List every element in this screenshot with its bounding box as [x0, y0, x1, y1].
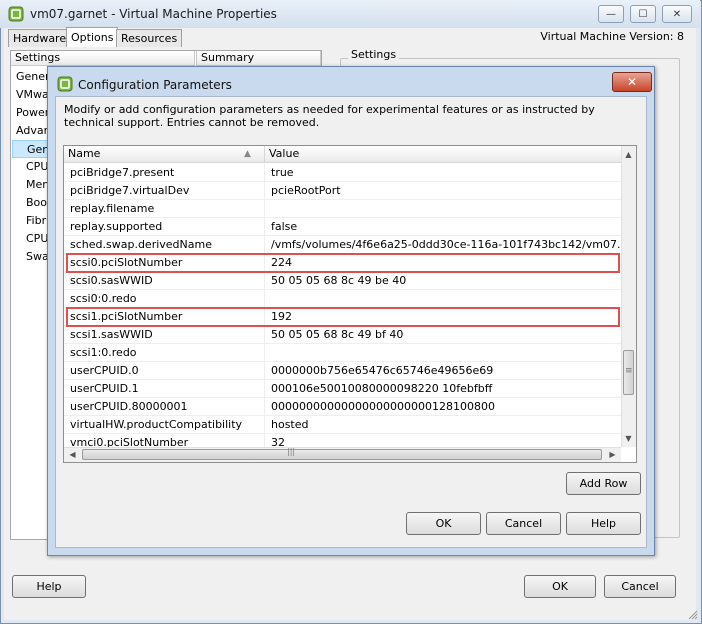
scroll-up-icon[interactable]: ▲	[622, 148, 635, 161]
window-close-button[interactable]: ✕	[662, 5, 692, 23]
scroll-left-icon[interactable]: ◀	[66, 448, 79, 461]
minimize-button[interactable]: —	[598, 5, 624, 23]
resize-grip-icon[interactable]	[686, 608, 698, 620]
tab-resources[interactable]: Resources	[116, 29, 183, 47]
vsphere-dialog-icon	[57, 76, 73, 92]
list-item[interactable]: Power	[16, 104, 50, 122]
vm-version-label: Virtual Machine Version: 8	[540, 30, 684, 43]
param-name-cell: replay.supported	[64, 218, 265, 236]
param-value-cell[interactable]	[265, 344, 621, 362]
table-row[interactable]: userCPUID.0 0000000b756e65476c65746e49656…	[64, 362, 621, 380]
dialog-close-button[interactable]: ✕	[612, 72, 652, 92]
col-header-name[interactable]: Name	[64, 146, 265, 163]
window-title: vm07.garnet - Virtual Machine Properties	[30, 7, 277, 21]
horizontal-scroll-thumb[interactable]	[82, 449, 602, 460]
param-value-cell[interactable]: 0000000b756e65476c65746e49656e69	[265, 362, 621, 380]
table-row[interactable]: pciBridge7.virtualDev pcieRootPort	[64, 182, 621, 200]
dialog-help-button[interactable]: Help	[566, 512, 641, 535]
dialog-description: Modify or add configuration parameters a…	[64, 103, 595, 129]
table-row[interactable]: scsi1.sasWWID 50 05 05 68 8c 49 bf 40	[64, 326, 621, 344]
minimize-icon: —	[606, 8, 616, 20]
vsphere-app-icon	[8, 6, 24, 22]
table-row[interactable]: scsi0:0.redo	[64, 290, 621, 308]
param-value-cell[interactable]	[265, 290, 621, 308]
sort-ascending-icon: ▲	[244, 149, 251, 159]
dialog-cancel-button[interactable]: Cancel	[486, 512, 561, 535]
table-row[interactable]: userCPUID.1 000106e50010080000098220 10fe…	[64, 380, 621, 398]
settings-legend: Settings	[348, 48, 400, 61]
scroll-right-icon[interactable]: ▶	[606, 448, 619, 461]
list-item[interactable]: Gener	[16, 68, 50, 86]
close-icon: ✕	[626, 75, 638, 89]
tab-hardware[interactable]: Hardware	[8, 29, 72, 47]
table-row[interactable]: replay.filename	[64, 200, 621, 218]
list-item[interactable]: Advan	[16, 122, 50, 140]
param-name-cell: scsi1.sasWWID	[64, 326, 265, 344]
maximize-button[interactable]: ☐	[630, 5, 656, 23]
param-name-cell: replay.filename	[64, 200, 265, 218]
list-item-selected[interactable]: Gen	[12, 140, 50, 158]
param-name-cell: userCPUID.1	[64, 380, 265, 398]
param-name-cell: userCPUID.0	[64, 362, 265, 380]
add-row-button[interactable]: Add Row	[566, 472, 641, 495]
param-value-cell[interactable]: pcieRootPort	[265, 182, 621, 200]
dialog-title: Configuration Parameters	[78, 78, 232, 92]
table-row[interactable]: sched.swap.derivedName/vmfs/volumes/4f6e…	[64, 236, 621, 254]
close-icon: ✕	[672, 8, 682, 20]
vertical-scrollbar[interactable]	[621, 146, 636, 447]
param-name-cell: pciBridge7.present	[64, 164, 265, 182]
param-name-cell: sched.swap.derivedName	[64, 236, 265, 254]
param-name-cell: scsi0:0.redo	[64, 290, 265, 308]
param-value-cell[interactable]: 50 05 05 68 8c 49 bf 40	[265, 326, 621, 344]
param-value-cell[interactable]: true	[265, 164, 621, 182]
dialog-ok-button[interactable]: OK	[406, 512, 481, 535]
param-name-cell: userCPUID.80000001	[64, 398, 265, 416]
param-name-cell: virtualHW.productCompatibility	[64, 416, 265, 434]
maximize-icon: ☐	[638, 8, 648, 20]
highlight-box-scsi0	[66, 253, 620, 273]
param-value-cell[interactable]: hosted	[265, 416, 621, 434]
table-row[interactable]: pciBridge7.present true	[64, 164, 621, 182]
highlight-box-scsi1	[66, 307, 620, 327]
param-value-cell[interactable]: /vmfs/volumes/4f6e6a25-0ddd30ce-116a-101…	[265, 236, 621, 254]
param-value-cell[interactable]: 50 05 05 68 8c 49 be 40	[265, 272, 621, 290]
help-button[interactable]: Help	[12, 575, 86, 598]
table-row[interactable]: userCPUID.80000001 0000000000000000000000…	[64, 398, 621, 416]
param-value-cell[interactable]	[265, 200, 621, 218]
param-name-cell: pciBridge7.virtualDev	[64, 182, 265, 200]
list-item[interactable]: VMwa	[16, 86, 50, 104]
table-row[interactable]: scsi1:0.redo	[64, 344, 621, 362]
col-header-settings[interactable]: Settings	[11, 51, 195, 66]
grip-icon: ≡	[625, 366, 633, 376]
param-value-cell[interactable]: 00000000000000000000000128100800	[265, 398, 621, 416]
col-header-summary[interactable]: Summary	[196, 51, 321, 66]
tab-options[interactable]: Options	[66, 27, 119, 47]
scroll-down-icon[interactable]: ▼	[622, 432, 635, 445]
table-row[interactable]: virtualHW.productCompatibility hosted	[64, 416, 621, 434]
param-value-cell[interactable]: false	[265, 218, 621, 236]
param-name-cell: scsi0.sasWWID	[64, 272, 265, 290]
table-row[interactable]: scsi0.sasWWID 50 05 05 68 8c 49 be 40	[64, 272, 621, 290]
grip-icon: |||	[287, 447, 296, 456]
ok-button[interactable]: OK	[524, 575, 596, 598]
table-row[interactable]: replay.supported false	[64, 218, 621, 236]
col-header-value[interactable]: Value	[265, 146, 621, 163]
param-value-cell[interactable]: 000106e50010080000098220 10febfbff	[265, 380, 621, 398]
param-name-cell: scsi1:0.redo	[64, 344, 265, 362]
cancel-button[interactable]: Cancel	[604, 575, 676, 598]
